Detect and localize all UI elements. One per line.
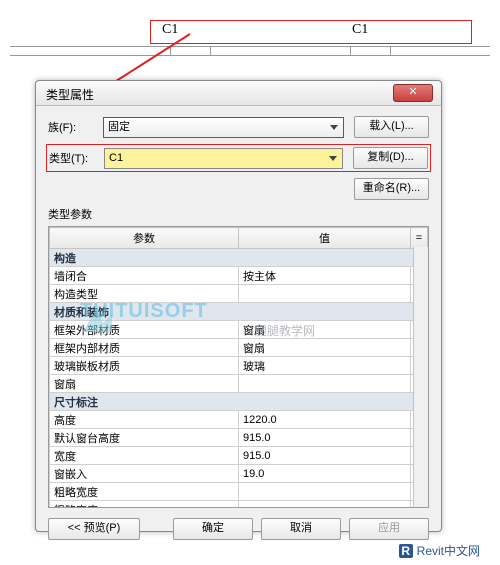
table-row: 构造	[50, 249, 428, 267]
elevation-callout	[150, 20, 472, 44]
parameters-table: 参数 值 = 构造墙闭合按主体构造类型材质和装饰框架外部材质窗扇框架内部材质窗扇…	[49, 227, 428, 508]
ok-button[interactable]: 确定	[173, 518, 253, 540]
table-row: 尺寸标注	[50, 393, 428, 411]
param-name-cell: 构造类型	[50, 285, 239, 303]
param-name-cell: 窗扇	[50, 375, 239, 393]
load-button[interactable]: 载入(L)...	[354, 116, 429, 138]
param-value-cell[interactable]: 按主体	[239, 267, 411, 285]
table-row: 窗嵌入19.0	[50, 465, 428, 483]
parameters-heading: 类型参数	[48, 206, 429, 222]
param-name-cell: 粗略高度	[50, 501, 239, 509]
param-value-cell[interactable]: 19.0	[239, 465, 411, 483]
cancel-button[interactable]: 取消	[261, 518, 341, 540]
chevron-down-icon	[325, 151, 340, 166]
table-row: 高度1220.0	[50, 411, 428, 429]
param-value-cell[interactable]: 玻璃	[239, 357, 411, 375]
scrollbar[interactable]	[413, 247, 428, 507]
table-row: 窗扇	[50, 375, 428, 393]
group-cell: 构造	[50, 249, 428, 267]
parameters-table-wrap: 参数 值 = 构造墙闭合按主体构造类型材质和装饰框架外部材质窗扇框架内部材质窗扇…	[48, 226, 429, 508]
type-combo[interactable]: C1	[104, 148, 343, 169]
param-value-cell[interactable]	[239, 285, 411, 303]
param-name-cell: 宽度	[50, 447, 239, 465]
param-value-cell[interactable]: 窗扇	[239, 321, 411, 339]
param-value-cell[interactable]: 窗扇	[239, 339, 411, 357]
param-name-cell: 窗嵌入	[50, 465, 239, 483]
wall-tag-2: C1	[352, 22, 368, 38]
table-row: 粗略高度	[50, 501, 428, 509]
param-value-cell[interactable]: 915.0	[239, 429, 411, 447]
wall-tag-1: C1	[162, 22, 178, 38]
col-eq: =	[411, 228, 428, 249]
screenshot-root: C1 C1 类型属性 ✕ 族(F): 固定 载入(L)...	[0, 0, 500, 565]
rename-button[interactable]: 重命名(R)...	[354, 178, 429, 200]
table-row: 材质和装饰	[50, 303, 428, 321]
param-value-cell[interactable]: 915.0	[239, 447, 411, 465]
family-combo[interactable]: 固定	[103, 117, 344, 138]
duplicate-button[interactable]: 复制(D)...	[353, 147, 428, 169]
param-value-cell[interactable]: 1220.0	[239, 411, 411, 429]
family-label: 族(F):	[48, 119, 103, 135]
type-label: 类型(T):	[49, 150, 104, 166]
param-name-cell: 高度	[50, 411, 239, 429]
group-cell: 尺寸标注	[50, 393, 428, 411]
close-button[interactable]: ✕	[393, 84, 433, 102]
table-row: 框架内部材质窗扇	[50, 339, 428, 357]
table-row: 宽度915.0	[50, 447, 428, 465]
param-name-cell: 默认窗台高度	[50, 429, 239, 447]
table-row: 粗略宽度	[50, 483, 428, 501]
dialog-title: 类型属性	[46, 86, 94, 103]
param-name-cell: 框架内部材质	[50, 339, 239, 357]
dialog-titlebar[interactable]: 类型属性 ✕	[36, 81, 441, 106]
param-value-cell[interactable]	[239, 483, 411, 501]
type-value: C1	[109, 152, 123, 164]
param-value-cell[interactable]	[239, 375, 411, 393]
wall-section	[10, 46, 490, 56]
revit-icon: R	[399, 544, 413, 558]
col-value[interactable]: 值	[239, 228, 411, 249]
chevron-down-icon	[326, 120, 341, 135]
preview-button[interactable]: << 预览(P)	[48, 518, 140, 540]
param-name-cell: 玻璃嵌板材质	[50, 357, 239, 375]
table-row: 墙闭合按主体	[50, 267, 428, 285]
family-value: 固定	[108, 121, 130, 133]
param-name-cell: 墙闭合	[50, 267, 239, 285]
param-name-cell: 框架外部材质	[50, 321, 239, 339]
apply-button[interactable]: 应用	[349, 518, 429, 540]
footer-text: Revit中文网	[417, 542, 480, 559]
footer-logo: R Revit中文网	[399, 542, 480, 559]
table-row: 框架外部材质窗扇	[50, 321, 428, 339]
type-properties-dialog: 类型属性 ✕ 族(F): 固定 载入(L)... 类型(T): C1	[35, 80, 442, 532]
group-cell: 材质和装饰	[50, 303, 428, 321]
param-name-cell: 粗略宽度	[50, 483, 239, 501]
param-value-cell[interactable]	[239, 501, 411, 509]
col-param[interactable]: 参数	[50, 228, 239, 249]
table-row: 默认窗台高度915.0	[50, 429, 428, 447]
table-row: 构造类型	[50, 285, 428, 303]
table-row: 玻璃嵌板材质玻璃	[50, 357, 428, 375]
close-icon: ✕	[408, 86, 417, 98]
